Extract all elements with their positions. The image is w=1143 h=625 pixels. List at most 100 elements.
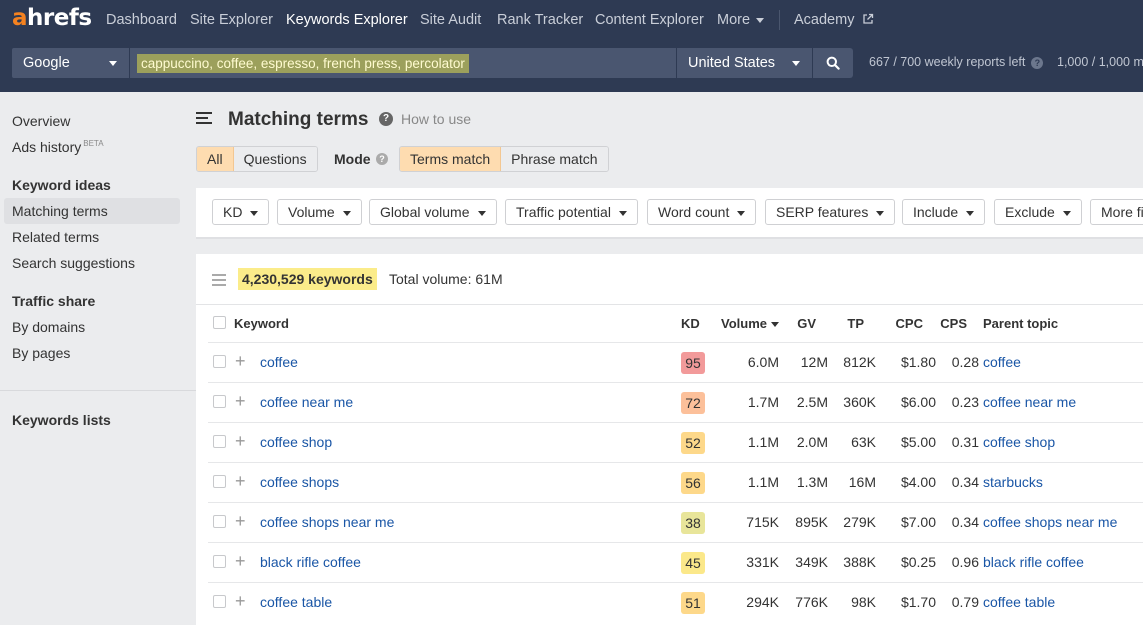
sidebar-item-by-pages[interactable]: By pages <box>12 345 70 361</box>
volume-value: 331K <box>746 554 779 570</box>
sidebar-item-related-terms[interactable]: Related terms <box>12 229 99 245</box>
header-gv[interactable]: GV <box>786 316 816 331</box>
header-parent-topic[interactable]: Parent topic <box>983 316 1058 331</box>
keyword-link[interactable]: coffee shops <box>260 474 339 490</box>
nav-academy[interactable]: Academy <box>794 12 874 28</box>
sidebar-item-keywords-lists[interactable]: Keywords lists <box>12 412 111 428</box>
page-title: Matching terms <box>228 109 369 130</box>
search-icon <box>826 56 840 70</box>
query-text: cappuccino, coffee, espresso, french pre… <box>137 54 469 73</box>
parent-topic-link[interactable]: coffee near me <box>983 394 1076 410</box>
tab-all[interactable]: All <box>197 147 234 171</box>
sidebar-item-matching-terms[interactable]: Matching terms <box>12 203 108 219</box>
sidebar-item-overview[interactable]: Overview <box>12 113 70 129</box>
weekly-reports-quota: 667 / 700 weekly reports left? <box>869 55 1044 69</box>
cpc-value: $7.00 <box>900 514 936 530</box>
nav-content-explorer[interactable]: Content Explorer <box>595 12 704 28</box>
keyword-count: 4,230,529 keywords <box>238 268 377 290</box>
row-checkbox[interactable] <box>213 515 226 528</box>
tp-value: 812K <box>843 354 876 370</box>
volume-value: 6.0M <box>747 354 779 370</box>
add-to-list-icon[interactable]: + <box>235 392 246 410</box>
add-to-list-icon[interactable]: + <box>235 592 246 610</box>
keyword-link[interactable]: coffee <box>260 354 298 370</box>
menu-toggle-icon[interactable] <box>196 112 212 126</box>
external-link-icon <box>863 13 874 24</box>
parent-topic-link[interactable]: coffee table <box>983 594 1055 610</box>
tab-questions[interactable]: Questions <box>233 147 317 171</box>
keyword-link[interactable]: coffee table <box>260 594 332 610</box>
tp-value: 279K <box>843 514 876 530</box>
keyword-link[interactable]: coffee near me <box>260 394 353 410</box>
sidebar-item-by-domains[interactable]: By domains <box>12 319 85 335</box>
add-to-list-icon[interactable]: + <box>235 552 246 570</box>
kd-badge: 38 <box>681 512 705 534</box>
tab-phrase-match[interactable]: Phrase match <box>501 147 608 171</box>
nav-site-audit[interactable]: Site Audit <box>420 12 481 28</box>
keywords-query-input[interactable]: cappuccino, coffee, espresso, french pre… <box>130 48 676 78</box>
filter-word-count[interactable]: Word count <box>647 199 757 225</box>
row-checkbox[interactable] <box>213 595 226 608</box>
filter-exclude[interactable]: Exclude <box>994 199 1082 225</box>
caret-down-icon <box>1062 210 1071 216</box>
country-select[interactable]: United States <box>677 48 812 78</box>
columns-menu-icon[interactable] <box>212 274 226 289</box>
header-tp[interactable]: TP <box>824 316 864 331</box>
nav-rank-tracker[interactable]: Rank Tracker <box>497 12 583 28</box>
header-keyword[interactable]: Keyword <box>234 316 289 331</box>
sidebar-divider <box>0 390 196 391</box>
sidebar-item-ads-history[interactable]: Ads history BETA <box>12 139 104 155</box>
search-engine-select[interactable]: Google <box>12 48 129 78</box>
filter-traffic-potential[interactable]: Traffic potential <box>505 199 638 225</box>
parent-topic-link[interactable]: coffee <box>983 354 1021 370</box>
how-to-use-link[interactable]: How to use <box>401 111 471 127</box>
row-checkbox[interactable] <box>213 555 226 568</box>
cpc-value: $1.80 <box>900 354 936 370</box>
row-checkbox[interactable] <box>213 355 226 368</box>
keyword-link[interactable]: coffee shop <box>260 434 332 450</box>
row-checkbox[interactable] <box>213 395 226 408</box>
header-volume[interactable]: Volume <box>721 316 779 331</box>
parent-topic-link[interactable]: coffee shop <box>983 434 1055 450</box>
nav-dashboard[interactable]: Dashboard <box>106 12 177 28</box>
filter-serp-features[interactable]: SERP features <box>765 199 896 225</box>
keyword-type-tabs: All Questions <box>196 146 318 172</box>
parent-topic-link[interactable]: black rifle coffee <box>983 554 1084 570</box>
add-to-list-icon[interactable]: + <box>235 472 246 490</box>
cps-value: 0.34 <box>951 474 979 490</box>
search-button[interactable] <box>813 48 853 78</box>
add-to-list-icon[interactable]: + <box>235 512 246 530</box>
parent-topic-link[interactable]: coffee shops near me <box>983 514 1117 530</box>
filter-include[interactable]: Include <box>902 199 986 225</box>
nav-site-explorer[interactable]: Site Explorer <box>190 12 273 28</box>
cps-value: 0.23 <box>951 394 979 410</box>
beta-badge: BETA <box>83 139 104 148</box>
mode-help-icon[interactable]: ? <box>376 153 388 165</box>
parent-topic-link[interactable]: starbucks <box>983 474 1043 490</box>
keyword-link[interactable]: black rifle coffee <box>260 554 361 570</box>
filter-global-volume[interactable]: Global volume <box>369 199 497 225</box>
sidebar-section-keyword-ideas: Keyword ideas <box>12 177 111 193</box>
select-all-checkbox[interactable] <box>213 316 226 329</box>
ahrefs-logo[interactable]: ahrefs <box>12 5 92 31</box>
nav-keywords-explorer[interactable]: Keywords Explorer <box>286 12 408 28</box>
kd-badge: 52 <box>681 432 705 454</box>
row-checkbox[interactable] <box>213 475 226 488</box>
add-to-list-icon[interactable]: + <box>235 352 246 370</box>
add-to-list-icon[interactable]: + <box>235 432 246 450</box>
filter-more-filters[interactable]: More fi <box>1090 199 1143 225</box>
filter-kd[interactable]: KD <box>212 199 270 225</box>
help-icon[interactable]: ? <box>1031 57 1044 69</box>
sidebar-item-search-suggestions[interactable]: Search suggestions <box>12 255 135 271</box>
divider <box>196 304 1143 305</box>
filter-volume[interactable]: Volume <box>277 199 362 225</box>
header-cpc[interactable]: CPC <box>879 316 923 331</box>
header-kd[interactable]: KD <box>681 316 700 331</box>
help-icon[interactable]: ? <box>379 112 393 126</box>
caret-down-icon <box>477 210 486 216</box>
tab-terms-match[interactable]: Terms match <box>400 147 502 171</box>
header-cps[interactable]: CPS <box>931 316 967 331</box>
row-checkbox[interactable] <box>213 435 226 448</box>
nav-more-menu[interactable]: More <box>717 12 765 28</box>
keyword-link[interactable]: coffee shops near me <box>260 514 394 530</box>
